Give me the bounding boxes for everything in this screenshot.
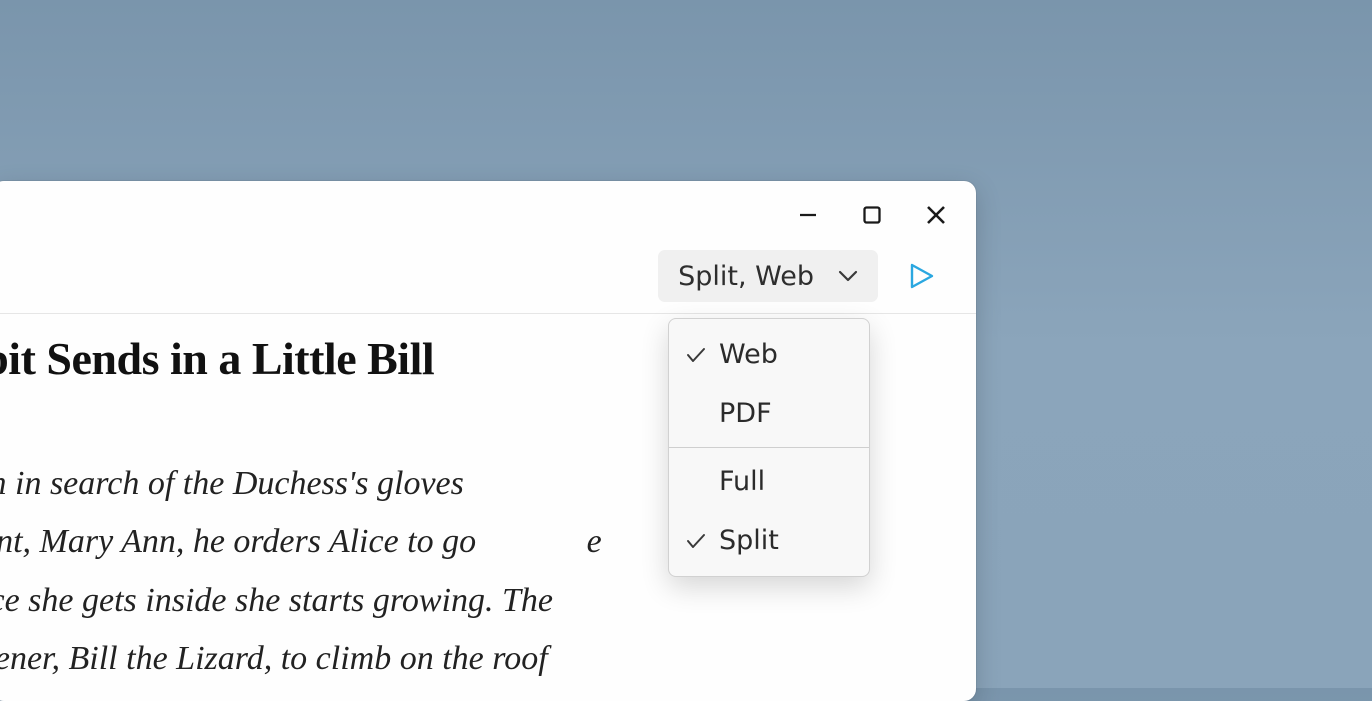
minimize-icon <box>797 204 819 226</box>
play-icon <box>906 261 936 291</box>
check-icon <box>683 530 709 552</box>
check-icon <box>683 344 709 366</box>
menu-separator <box>669 447 869 448</box>
menu-item-pdf[interactable]: PDF <box>669 384 869 443</box>
view-mode-label: Split, Web <box>678 261 814 292</box>
maximize-button[interactable] <box>840 195 904 235</box>
menu-item-split[interactable]: Split <box>669 511 869 570</box>
document-line: s his gardener, Bill the Lizard, to clim… <box>0 630 976 688</box>
close-button[interactable] <box>904 195 968 235</box>
document-line: m, but once she gets inside she starts g… <box>0 572 976 630</box>
title-bar <box>0 181 976 239</box>
menu-item-full[interactable]: Full <box>669 452 869 511</box>
view-mode-dropdown[interactable]: Split, Web <box>658 250 878 302</box>
menu-item-label: Full <box>719 466 765 497</box>
menu-item-web[interactable]: Web <box>669 325 869 384</box>
menu-item-label: Split <box>719 525 779 556</box>
close-icon <box>925 204 947 226</box>
toolbar: Split, Web <box>0 239 976 314</box>
play-button[interactable] <box>906 261 936 291</box>
menu-item-label: PDF <box>719 398 772 429</box>
maximize-icon <box>861 204 883 226</box>
menu-item-label: Web <box>719 339 778 370</box>
minimize-button[interactable] <box>776 195 840 235</box>
chevron-down-icon <box>836 264 860 288</box>
view-mode-menu: Web PDF Full Split <box>668 318 870 577</box>
